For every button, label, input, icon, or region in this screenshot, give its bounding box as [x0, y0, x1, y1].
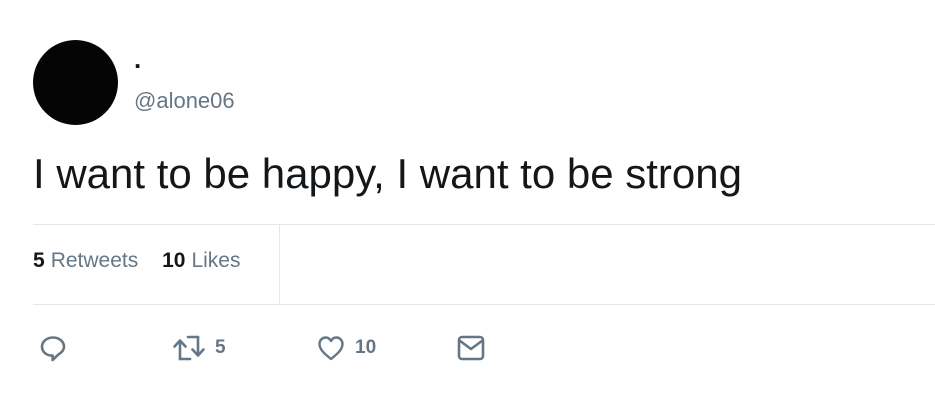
retweets-stat[interactable]: 5 Retweets [33, 247, 138, 275]
user-handle[interactable]: @alone06 [134, 87, 235, 115]
divider [33, 224, 935, 225]
likes-label: Likes [191, 249, 241, 272]
direct-message-button[interactable] [456, 332, 486, 364]
heart-icon [316, 333, 346, 363]
retweet-button[interactable]: 5 [172, 332, 226, 364]
envelope-icon [456, 333, 486, 363]
retweets-count: 5 [33, 249, 45, 272]
avatar[interactable] [33, 40, 118, 125]
divider [33, 304, 935, 305]
like-action-count: 10 [355, 337, 377, 358]
likes-stat[interactable]: 10 Likes [162, 247, 240, 275]
reply-button[interactable] [38, 332, 68, 364]
retweets-label: Retweets [50, 249, 139, 272]
tweet-text: I want to be happy, I want to be strong [33, 150, 742, 197]
display-name[interactable]: . [134, 42, 141, 76]
retweet-action-count: 5 [215, 337, 226, 358]
like-button[interactable]: 10 [316, 332, 376, 364]
reply-icon [38, 333, 68, 363]
stats-separator [279, 224, 280, 304]
retweet-icon [172, 333, 206, 363]
likes-count: 10 [162, 249, 186, 272]
tweet-stats: 5 Retweets 10 Likes [33, 247, 240, 275]
